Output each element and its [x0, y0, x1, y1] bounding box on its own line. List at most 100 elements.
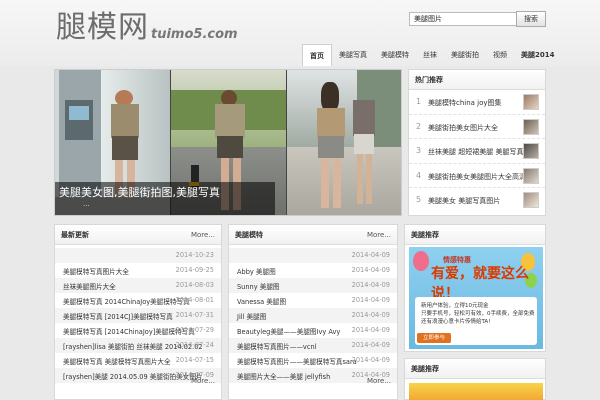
hot-item[interactable]: 4 美腿街拍美女美腿图片大全高清	[409, 164, 545, 188]
list-item-date: 2014-04-09	[351, 341, 390, 349]
hot-item-rank: 1	[416, 97, 422, 106]
hot-item-link[interactable]: 美腿街拍美女图片大全	[428, 123, 498, 133]
list-item[interactable]: Abby 美腿图 2014-04-09	[229, 263, 397, 278]
list-item-title[interactable]: 美腿模特写真 2014ChinaJoy美腿模特写真	[63, 296, 190, 306]
list-item[interactable]: 美腿模特写真 2014ChinaJoy美腿模特写真 2014-08-01	[55, 293, 221, 308]
hot-item-link[interactable]: 丝袜美腿 超短裙美腿 美腿写真	[428, 147, 523, 157]
list-item-title[interactable]: Abby 美腿图	[237, 266, 276, 276]
latest-more-link[interactable]: More...	[191, 231, 215, 239]
latest-more-bottom-link[interactable]: More...	[191, 377, 215, 385]
promo-banner-2[interactable]	[409, 383, 543, 400]
list-item-date: 2014-04-09	[351, 326, 390, 334]
slide-photo-walk	[287, 70, 401, 215]
list-item[interactable]: Jill 美腿图 2014-04-09	[229, 308, 397, 323]
recommend-panel: 美腿推荐 情感特惠 有爱，就要这么说！ 新用户体验，立得10元现金 只要手机号，…	[404, 224, 546, 352]
slide-title[interactable]: 美腿美女图,美腿街拍图,美腿写真	[59, 186, 271, 200]
list-item[interactable]: 美腿模特写真 [2014ChinaJoy]美腿模特写真 2014-07-29	[55, 323, 221, 338]
hot-item-thumbnail[interactable]	[523, 94, 539, 110]
list-item-title[interactable]: 美腿图片大全——美腿 jellyfish	[237, 371, 330, 381]
recommend-panel-2-title: 美腿推荐	[411, 364, 439, 373]
hot-item[interactable]: 1 美腿模特china joy图集	[409, 90, 545, 115]
recommend-panel-2: 美腿推荐	[404, 358, 546, 400]
recommend-panel-header: 美腿推荐	[405, 225, 545, 245]
list-item-date: 2014-07-31	[175, 311, 214, 319]
list-item[interactable]: 美腿模特写真 [2014CJ]美腿模特写真 2014-07-31	[55, 308, 221, 323]
list-item-date: 2014-04-09	[351, 356, 390, 364]
models-more-bottom-link[interactable]: More...	[367, 377, 391, 385]
hot-item-thumbnail[interactable]	[523, 143, 539, 159]
list-item-title[interactable]: 美腿模特写真图片——美腿模特写真sara	[237, 356, 357, 366]
hot-item[interactable]: 5 美腿美女 美腿写真图片	[409, 188, 545, 213]
latest-updates-panel: 最新更新 More... 2014-10-23 美腿模特写真图片大全 2014-0…	[54, 224, 222, 400]
list-item-title[interactable]: 美腿模特写真 [2014CJ]美腿模特写真	[63, 311, 173, 321]
list-item-date: 2014-08-03	[175, 281, 214, 289]
list-item-title[interactable]: 美腿模特写真图片大全	[63, 266, 129, 276]
list-item-date: 2014-07-24	[175, 341, 214, 349]
models-panel-header: 美腿模特 More...	[229, 225, 397, 245]
latest-panel-header: 最新更新 More...	[55, 225, 221, 245]
list-item[interactable]: 美腿模特写真图片——vcnl 2014-04-09	[229, 338, 397, 353]
hot-item[interactable]: 2 美腿街拍美女图片大全	[409, 115, 545, 139]
list-item-date: 2014-04-09	[351, 266, 390, 274]
promo-line: 新用户体验，立得10元现金	[421, 303, 489, 309]
recommend-panel-2-header: 美腿推荐	[405, 359, 545, 379]
latest-panel-title: 最新更新	[61, 230, 89, 239]
hot-item-thumbnail[interactable]	[523, 118, 539, 135]
hot-item-rank: 5	[416, 195, 422, 204]
list-item[interactable]: Vanessa 美腿图 2014-04-09	[229, 293, 397, 308]
list-item[interactable]: 丝袜美腿图片大全 2014-08-03	[55, 278, 221, 293]
list-item[interactable]: 美腿模特写真图片大全 2014-09-25	[55, 263, 221, 278]
promo-banner[interactable]: 情感特惠 有爱，就要这么说！ 新用户体验，立得10元现金 只要手机号，轻松可有效…	[409, 247, 543, 349]
list-item-title[interactable]: 丝袜美腿图片大全	[63, 281, 116, 291]
list-item[interactable]: 美腿模特写真图片——美腿模特写真sara 2014-04-09	[229, 353, 397, 368]
list-item-date: 2014-04-09	[351, 281, 390, 289]
logo-domain-text: tuimo5.com	[151, 27, 238, 42]
list-item[interactable]: 2014-10-23	[55, 248, 221, 263]
search-button[interactable]: 搜索	[516, 11, 546, 27]
hot-item-thumbnail[interactable]	[523, 167, 539, 184]
hot-item-link[interactable]: 美腿模特china joy图集	[428, 98, 502, 108]
list-item-title[interactable]: Jill 美腿图	[237, 311, 266, 321]
models-panel-title: 美腿模特	[235, 230, 263, 239]
list-item[interactable]: 美腿模特写真 美腿模特写真图片大全 2014-07-15	[55, 353, 221, 368]
list-item-title[interactable]: 美腿模特写真 美腿模特写真图片大全	[63, 356, 171, 366]
site-header: 腿模网 tuimo5.com 搜索 首页 美腿写真 美腿模特 丝袜 美腿街拍 视…	[0, 0, 600, 66]
nav-item-photos[interactable]: 美腿写真	[332, 44, 374, 66]
list-item-date: 2014-04-09	[351, 296, 390, 304]
search-input[interactable]	[409, 12, 517, 26]
list-item[interactable]: Sunny 美腿图 2014-04-09	[229, 278, 397, 293]
nav-item-stockings[interactable]: 丝袜	[416, 44, 444, 66]
hot-item-rank: 2	[416, 121, 422, 131]
slide-caption[interactable]: 美腿美女图,美腿街拍图,美腿写真 ...	[55, 182, 275, 215]
logo-main-text: 腿模网	[56, 10, 149, 45]
promo-line: 只要手机号，轻松可有效，0手续费，全部免费	[421, 311, 535, 317]
list-item-title[interactable]: Sunny 美腿图	[237, 281, 280, 291]
models-more-link[interactable]: More...	[367, 231, 391, 239]
nav-item-models[interactable]: 美腿模特	[374, 44, 416, 66]
main-nav: 首页 美腿写真 美腿模特 丝袜 美腿街拍 视频 美腿2014	[302, 44, 561, 66]
models-panel: 美腿模特 More... 2014-04-09 Abby 美腿图 2014-04-…	[228, 224, 398, 400]
site-logo[interactable]: 腿模网 tuimo5.com	[56, 8, 238, 48]
hot-item-thumbnail[interactable]	[523, 192, 539, 208]
nav-item-video[interactable]: 视频	[486, 44, 514, 66]
list-item-date: 2014-04-09	[351, 311, 390, 319]
list-item[interactable]: Beautyleg美腿——美腿图Ivy Avy 2014-04-09	[229, 323, 397, 338]
list-item-title[interactable]: Vanessa 美腿图	[237, 296, 286, 306]
balloon-decoration	[413, 251, 429, 271]
list-item-date: 2014-04-09	[351, 251, 390, 259]
list-item-date: 2014-08-01	[175, 296, 214, 304]
nav-item-home[interactable]: 首页	[302, 44, 332, 66]
nav-item-street[interactable]: 美腿街拍	[444, 44, 486, 66]
hot-item-link[interactable]: 美腿美女 美腿写真图片	[428, 196, 500, 206]
list-item-title[interactable]: Beautyleg美腿——美腿图Ivy Avy	[237, 326, 340, 336]
promo-cta-button[interactable]: 立即参与	[417, 333, 451, 343]
hot-item[interactable]: 3 丝袜美腿 超短裙美腿 美腿写真	[409, 139, 545, 164]
promo-line: 还有浪漫心意卡片传情给TA!	[421, 319, 491, 325]
list-item[interactable]: 2014-04-09	[229, 248, 397, 263]
hot-item-link[interactable]: 美腿街拍美女美腿图片大全高清	[428, 172, 526, 182]
nav-item-2014[interactable]: 美腿2014	[514, 44, 561, 66]
recommend-panel-title: 美腿推荐	[411, 230, 439, 239]
list-item[interactable]: [rayshen]lisa 美腿街拍 丝袜美腿 2014.02.02 2014-0…	[55, 338, 221, 353]
featured-slider[interactable]: 美腿美女图,美腿街拍图,美腿写真 ...	[54, 69, 402, 216]
list-item-title[interactable]: 美腿模特写真图片——vcnl	[237, 341, 316, 351]
